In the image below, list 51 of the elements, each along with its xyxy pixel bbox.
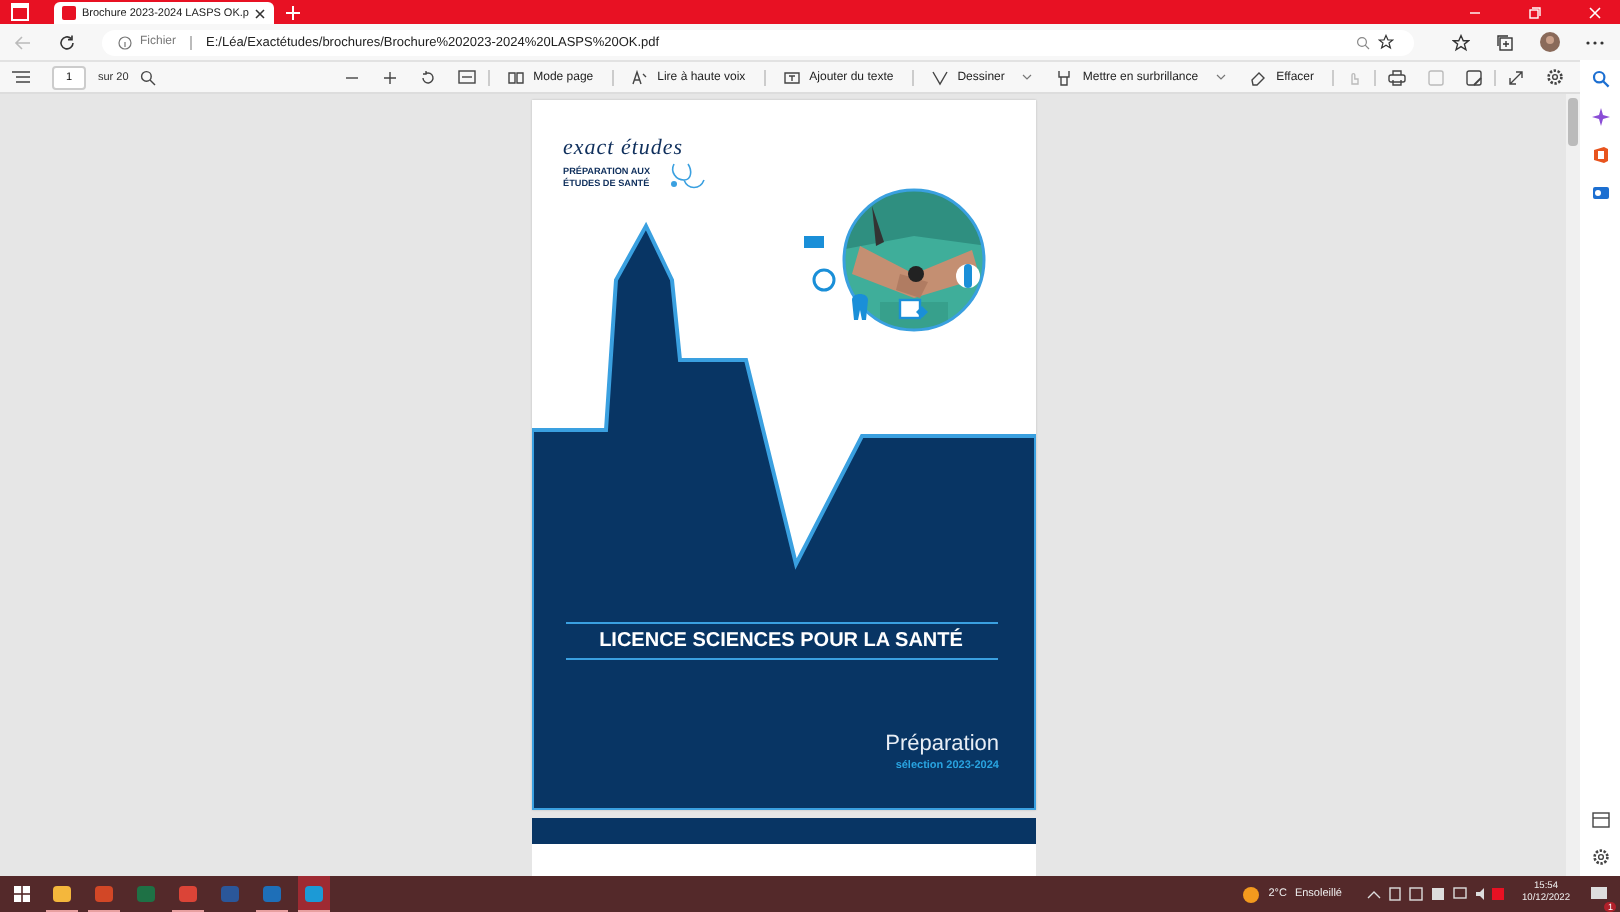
sun-icon xyxy=(1242,885,1261,903)
zoom-icon[interactable] xyxy=(1356,35,1370,49)
highlighter-icon xyxy=(1056,69,1073,85)
notification-icon[interactable] xyxy=(1590,885,1608,903)
fit-page-icon[interactable] xyxy=(457,70,476,84)
caret-icon xyxy=(1022,74,1033,80)
rotate-icon[interactable] xyxy=(419,69,436,85)
expand-icon[interactable] xyxy=(1508,69,1524,85)
profile-avatar[interactable] xyxy=(1540,32,1560,52)
document-title: LICENCE SCIENCES POUR LA SANTÉ xyxy=(599,630,963,652)
eraser-icon xyxy=(1250,69,1267,85)
zoom-in-icon[interactable] xyxy=(381,69,398,85)
favorites-icon[interactable] xyxy=(1452,33,1470,51)
info-icon xyxy=(118,35,132,49)
caret-icon xyxy=(1216,74,1227,80)
windows-icon[interactable] xyxy=(14,886,30,902)
collections-icon[interactable] xyxy=(1496,33,1514,51)
read-aloud-icon xyxy=(631,69,648,85)
office-icon[interactable] xyxy=(1591,146,1609,164)
app-icon xyxy=(94,883,114,903)
app-icon xyxy=(220,883,240,903)
close-icon[interactable] xyxy=(254,7,267,19)
subtitle-text: Préparation xyxy=(885,732,999,756)
search-icon[interactable] xyxy=(140,69,157,85)
text-box-icon xyxy=(783,69,800,85)
sparkle-icon[interactable] xyxy=(1591,108,1609,126)
logo-text: exact études xyxy=(563,136,684,160)
save-as-icon[interactable] xyxy=(1466,69,1482,85)
taskbar-app[interactable] xyxy=(298,876,330,912)
app-icon xyxy=(52,883,72,903)
tab-actions-icon[interactable] xyxy=(10,2,30,22)
sidebar-icon[interactable] xyxy=(1591,812,1609,828)
refresh-icon[interactable] xyxy=(58,33,76,51)
print-icon[interactable] xyxy=(1388,69,1406,85)
restore-icon[interactable] xyxy=(1528,5,1542,19)
more-icon[interactable] xyxy=(1586,39,1604,45)
new-tab-icon[interactable] xyxy=(284,3,303,21)
favorite-icon[interactable] xyxy=(1378,34,1394,50)
tray-icons-drawing[interactable] xyxy=(1365,886,1506,902)
app-icon xyxy=(262,883,282,903)
settings-icon[interactable] xyxy=(1591,848,1609,866)
contents-icon[interactable] xyxy=(12,70,30,84)
book-icon xyxy=(507,69,524,85)
search-icon[interactable] xyxy=(1591,70,1609,88)
scrollbar[interactable] xyxy=(1566,94,1580,876)
app-icon xyxy=(304,883,324,903)
app-icon xyxy=(178,883,198,903)
settings-icon[interactable] xyxy=(1546,68,1564,86)
pen-icon xyxy=(931,69,948,85)
app-icon xyxy=(136,883,156,903)
stethoscope-icon xyxy=(667,160,707,192)
